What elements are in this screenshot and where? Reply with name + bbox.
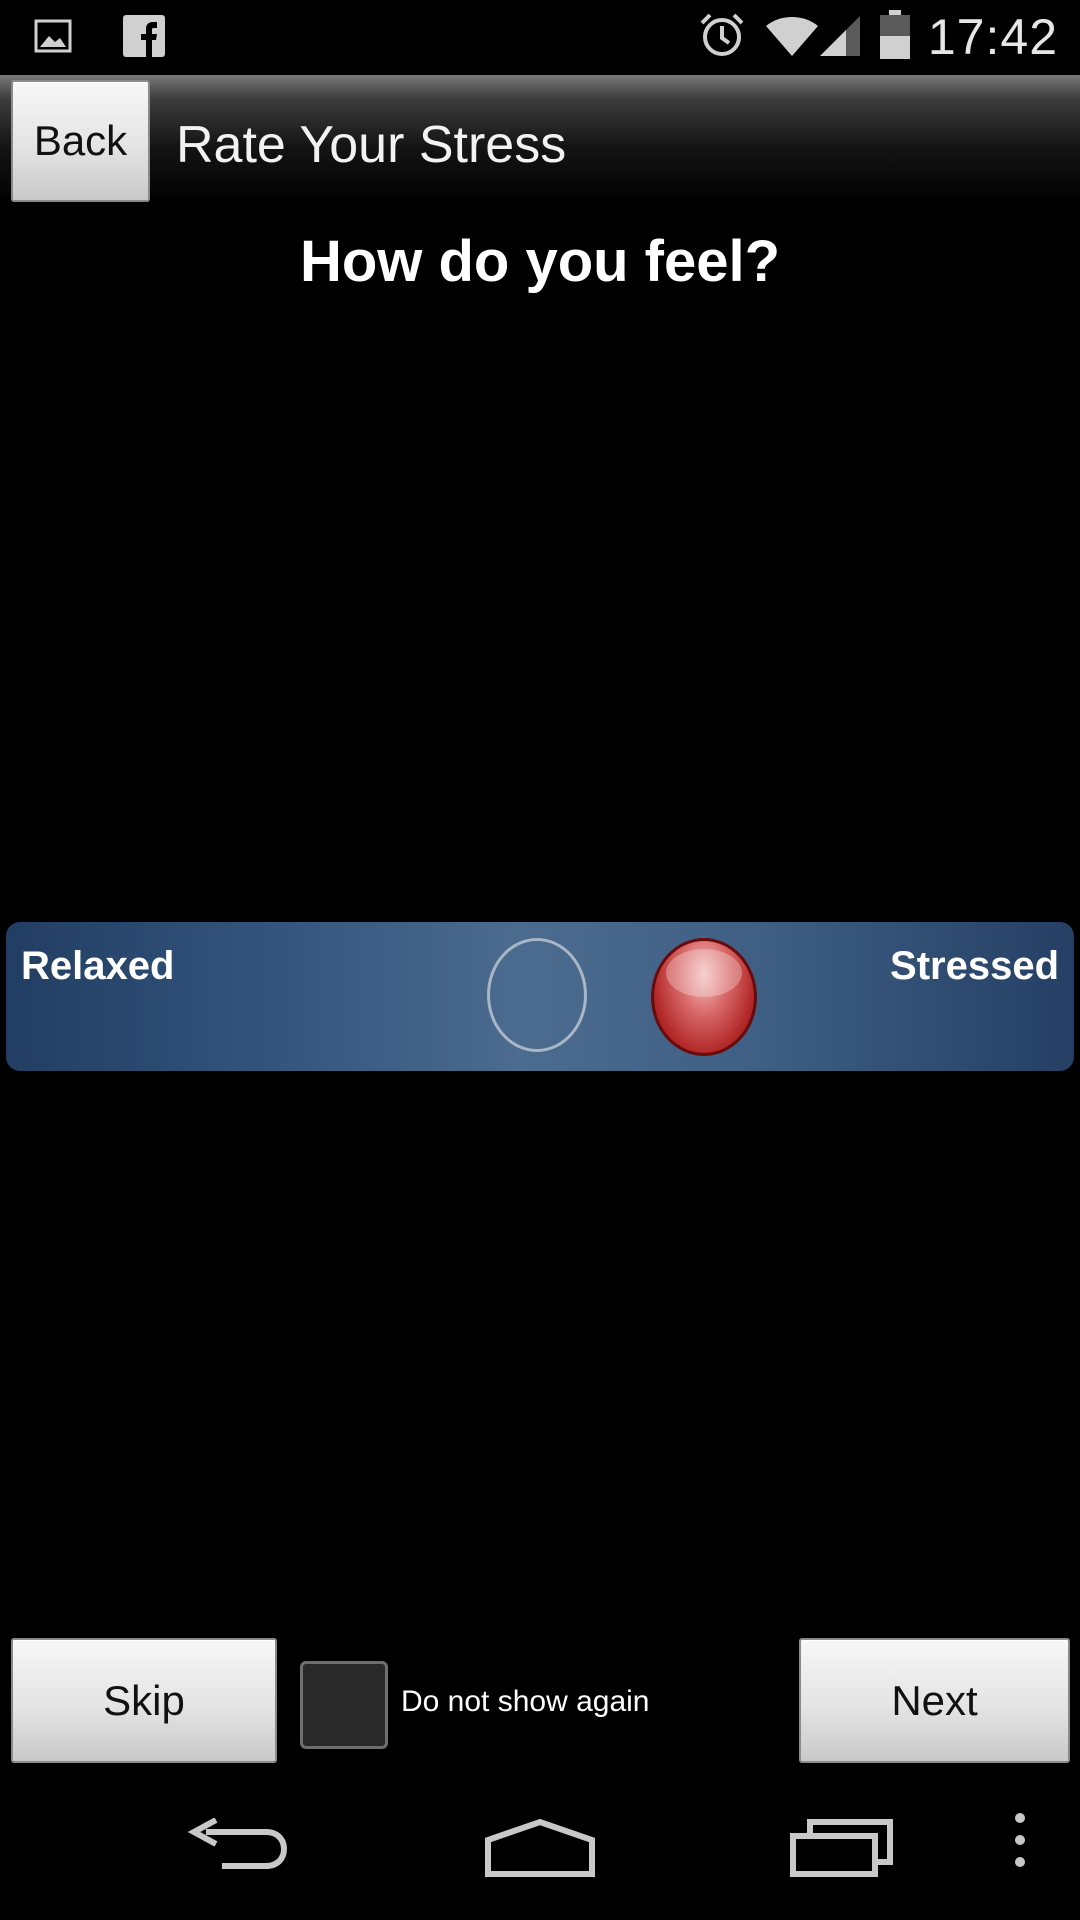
- stress-slider[interactable]: Relaxed Stressed: [6, 922, 1074, 1071]
- recents-nav-icon[interactable]: [790, 1818, 894, 1883]
- title-bar: Back Rate Your Stress: [0, 75, 1080, 206]
- overflow-menu-icon[interactable]: [1010, 1812, 1030, 1873]
- skip-button[interactable]: Skip: [11, 1638, 277, 1763]
- facebook-icon: [122, 14, 166, 63]
- alarm-icon: [698, 11, 746, 64]
- notification-icons: [34, 14, 166, 63]
- signal-icon: [816, 12, 862, 63]
- question-heading: How do you feel?: [299, 229, 781, 294]
- slider-label-relaxed: Relaxed: [21, 944, 175, 988]
- navigation-bar: [0, 1790, 1080, 1920]
- page-title: Rate Your Stress: [176, 116, 567, 174]
- home-nav-icon[interactable]: [484, 1818, 596, 1883]
- do-not-show-checkbox[interactable]: [300, 1661, 388, 1749]
- gallery-icon: [34, 17, 72, 60]
- do-not-show-label: Do not show again: [401, 1685, 650, 1718]
- slider-label-stressed: Stressed: [890, 944, 1059, 988]
- status-bar: 17:42: [0, 0, 1080, 75]
- battery-icon: [879, 9, 910, 65]
- slider-center-marker: [487, 938, 587, 1052]
- wifi-icon: [764, 12, 820, 63]
- back-nav-icon[interactable]: [186, 1817, 290, 1883]
- slider-thumb[interactable]: [651, 938, 757, 1056]
- system-status-icons: 17:42: [698, 8, 1058, 66]
- next-button[interactable]: Next: [799, 1638, 1070, 1763]
- status-time: 17:42: [927, 9, 1058, 65]
- back-button[interactable]: Back: [11, 80, 150, 202]
